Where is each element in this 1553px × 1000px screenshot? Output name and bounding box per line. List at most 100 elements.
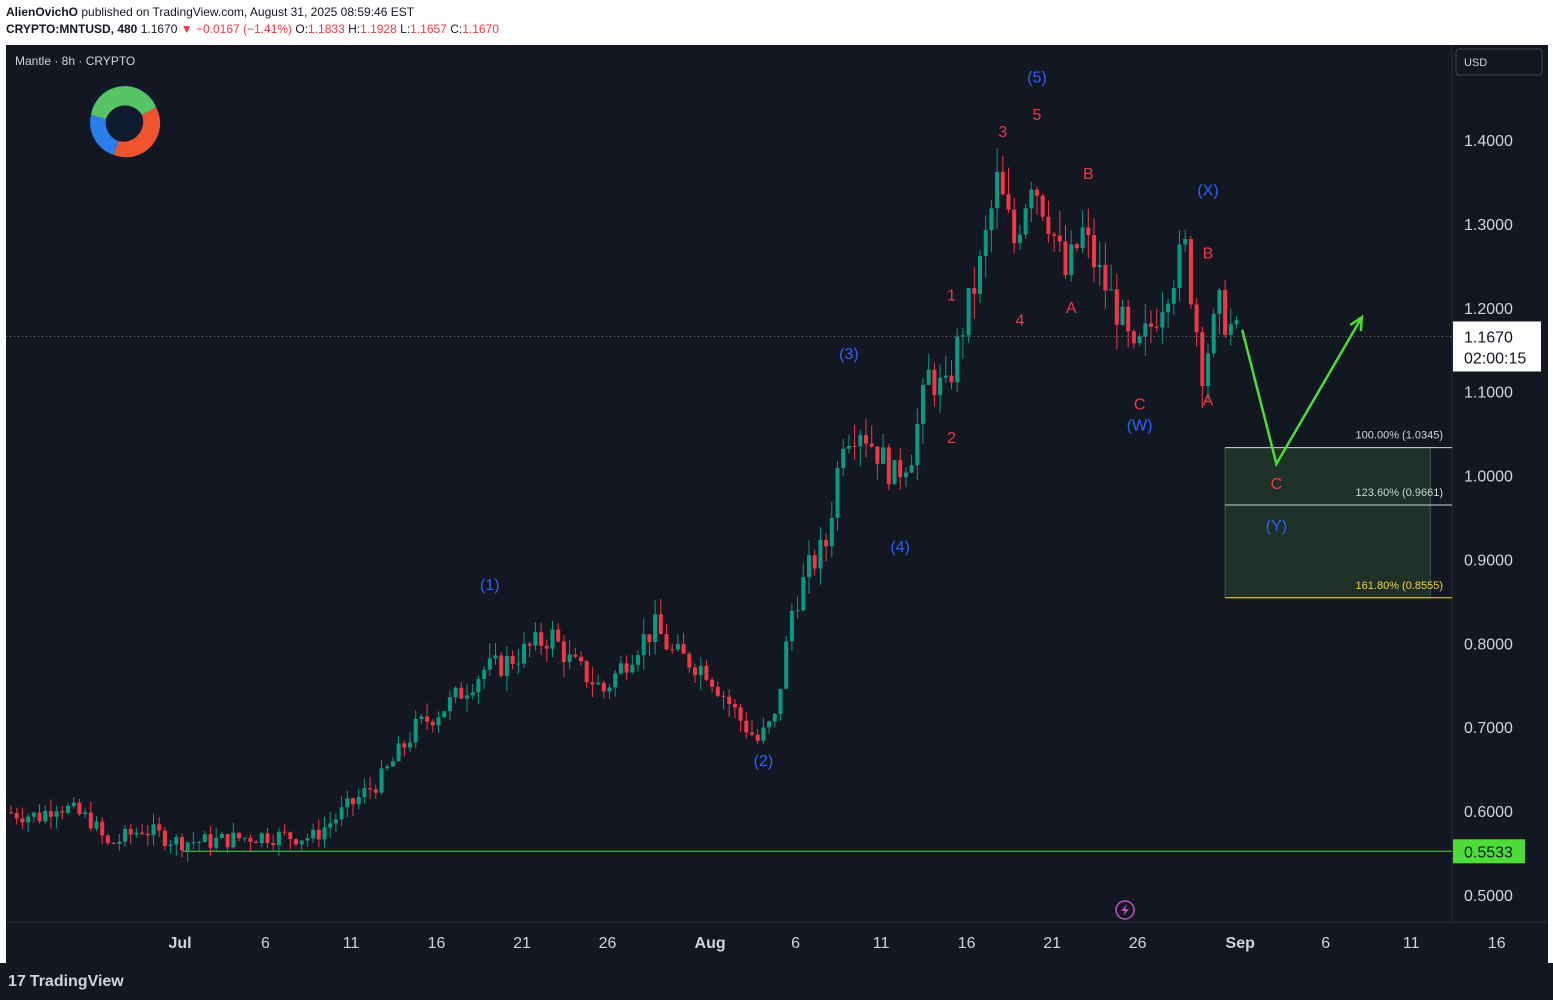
candle-body — [219, 834, 224, 838]
high-label: H: — [348, 22, 361, 36]
candle-body — [715, 686, 720, 696]
candle-body — [208, 834, 213, 848]
candle-body — [9, 812, 13, 814]
price-chart[interactable]: 100.00% (1.0345) 123.60% (0.9661) 161.80% … — [6, 45, 1548, 963]
candle-body — [818, 539, 823, 569]
candle-body — [1092, 235, 1096, 268]
candle-body — [767, 721, 772, 728]
candle-body — [1177, 244, 1182, 289]
support-level-label[interactable]: 0.5533 — [1453, 839, 1525, 864]
mantle-logo-icon — [87, 83, 163, 159]
candle-body — [687, 653, 692, 668]
time-tick-label: 16 — [428, 935, 446, 952]
candle-body — [972, 288, 977, 294]
candle-body — [516, 663, 521, 665]
candle-body — [1120, 306, 1125, 325]
chart-title: Mantle · 8h · CRYPTO — [15, 54, 135, 68]
candle-body — [710, 679, 715, 687]
current-price-label[interactable]: 1.1670 02:00:15 — [1453, 321, 1541, 372]
candle-body — [522, 643, 526, 664]
candle-body — [886, 447, 891, 485]
candle-body — [510, 656, 515, 665]
candle-body — [807, 555, 811, 578]
chart-frame[interactable]: 100.00% (1.0345) 123.60% (0.9661) 161.80% … — [6, 45, 1548, 963]
candle-body — [1046, 216, 1051, 235]
candle-body — [824, 539, 829, 547]
candle-body — [379, 768, 384, 793]
wave-label: (5) — [1027, 69, 1047, 86]
candle-body — [362, 788, 367, 798]
candle-body — [550, 629, 555, 649]
wave-label: 5 — [1033, 107, 1042, 124]
candle-body — [390, 761, 395, 767]
candle-body — [60, 811, 65, 813]
candle-body — [1029, 189, 1034, 209]
candle-body — [898, 460, 903, 478]
candle-body — [465, 695, 469, 699]
currency-selector[interactable]: USD — [1455, 48, 1543, 76]
candle-body — [174, 837, 179, 845]
candle-body — [493, 655, 498, 659]
candle-body — [288, 832, 293, 840]
fibonacci-extension-zone[interactable]: 100.00% (1.0345) 123.60% (0.9661) 161.80% … — [1224, 430, 1452, 599]
candle-body — [351, 798, 355, 805]
candle-body — [316, 829, 321, 840]
wave-label: A — [1203, 392, 1214, 409]
candle-body — [926, 369, 931, 385]
candle-body — [385, 766, 390, 769]
wave-label: 2 — [947, 430, 956, 447]
candle-body — [1188, 238, 1193, 305]
candle-body — [225, 834, 230, 848]
candle-body — [636, 655, 640, 665]
candle-body — [37, 812, 42, 822]
candle-body — [829, 517, 834, 547]
wave-label: B — [1203, 245, 1214, 262]
candle-body — [618, 663, 623, 674]
candle-body — [237, 832, 241, 839]
candle-body — [1017, 234, 1022, 243]
candle-body — [214, 837, 219, 848]
time-tick-label: 11 — [343, 935, 360, 952]
price-tick-label: 1.3000 — [1464, 217, 1513, 234]
candle-body — [265, 833, 270, 844]
candle-body — [1000, 171, 1005, 195]
candle-body — [1074, 244, 1079, 248]
candle-body — [83, 812, 88, 814]
candle-body — [311, 829, 316, 839]
candle-body — [1217, 290, 1222, 314]
candle-body — [561, 641, 566, 662]
wave-label: 1 — [947, 287, 956, 304]
candle-body — [1023, 208, 1028, 235]
candle-body — [1069, 244, 1074, 276]
candle-body — [447, 697, 452, 712]
candle-body — [1200, 332, 1205, 386]
price-tick-label: 0.8000 — [1464, 636, 1513, 653]
published-text: published on TradingView.com, August 31,… — [81, 5, 415, 19]
tradingview-logo[interactable]: 17 TradingView — [8, 972, 124, 992]
candle-body — [875, 446, 880, 464]
time-tick-label: 21 — [513, 935, 531, 952]
author-name[interactable]: AlienOvichO — [6, 5, 78, 19]
candle-body — [698, 665, 703, 676]
candle-body — [396, 743, 401, 762]
candle-body — [835, 467, 840, 518]
time-tick-label: Sep — [1226, 935, 1256, 952]
candle-body — [1183, 238, 1188, 245]
candle-body — [584, 661, 589, 683]
candle-body — [271, 843, 276, 846]
candle-body — [191, 842, 196, 844]
candle-body — [436, 717, 441, 726]
time-tick-label: 11 — [1403, 935, 1420, 952]
candle-body — [738, 707, 743, 721]
candle-body — [1154, 326, 1159, 328]
candle-body — [282, 831, 287, 833]
candle-body — [31, 812, 36, 817]
wave-label: 3 — [998, 124, 1007, 141]
candle-body — [248, 837, 253, 842]
candle-body — [408, 742, 412, 748]
wave-label: 4 — [1015, 313, 1024, 330]
support-level-value: 0.5533 — [1464, 844, 1513, 861]
price-tick-label: 1.2000 — [1464, 301, 1513, 318]
wave-label: C — [1271, 476, 1283, 493]
candle-body — [1040, 195, 1045, 217]
